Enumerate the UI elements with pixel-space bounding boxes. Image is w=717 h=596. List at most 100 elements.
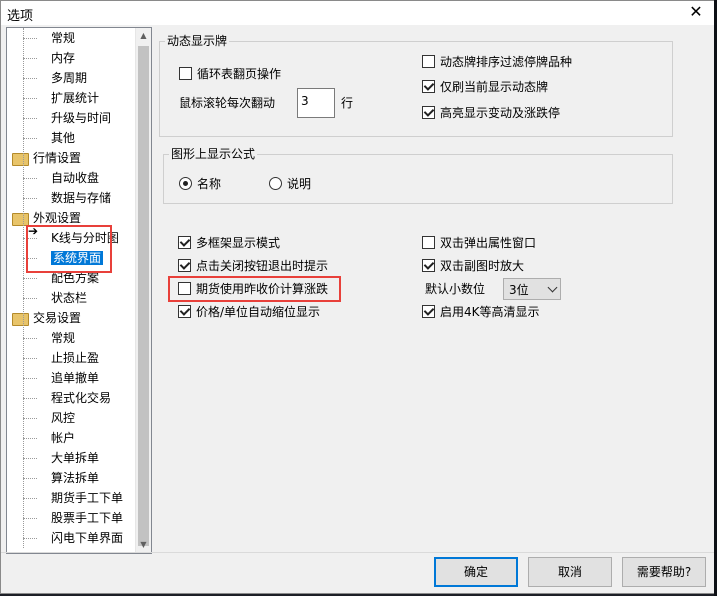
tree-guide xyxy=(23,478,37,479)
checkbox-icon[interactable] xyxy=(178,236,191,249)
tree-item[interactable]: 算法拆单 xyxy=(51,468,99,488)
checkbox-icon[interactable] xyxy=(422,259,435,272)
dbl-popup-label: 双击弹出属性窗口 xyxy=(440,236,537,250)
checkbox-icon[interactable] xyxy=(422,305,435,318)
options-dialog: 选项 ✕ 常规 内存 多周期 扩展统计 升级与时间 其他 行情设置 自动收盘 数据与存储 外观设置… xyxy=(0,0,715,594)
tree-item[interactable]: 帐户 xyxy=(51,428,75,448)
formula-desc-radio[interactable]: 说明 xyxy=(269,175,311,193)
tree-guide xyxy=(23,418,37,419)
scroll-down-icon[interactable]: ▼ xyxy=(136,537,151,553)
formula-name-radio[interactable]: 名称 xyxy=(179,175,221,193)
tree-item[interactable]: 多周期 xyxy=(51,68,87,88)
tree-guide xyxy=(23,538,37,539)
arrow-right-icon: ➔ xyxy=(28,224,39,238)
tree-item[interactable]: 升级与时间 xyxy=(51,108,111,128)
checkbox-icon[interactable] xyxy=(422,80,435,93)
tree-guide xyxy=(23,518,37,519)
tree-item[interactable]: 常规 xyxy=(51,328,75,348)
highlight-change-checkbox[interactable]: 高亮显示变动及涨跌停 xyxy=(422,104,560,122)
dbl-popup-checkbox[interactable]: 双击弹出属性窗口 xyxy=(422,234,536,252)
tree-guide xyxy=(23,198,37,199)
tree-item[interactable]: 止损止盈 xyxy=(51,348,99,368)
tree-guide xyxy=(23,498,37,499)
decimal-label: 默认小数位 xyxy=(425,282,486,296)
help-button[interactable]: 需要帮助? xyxy=(622,557,706,587)
checkbox-icon[interactable] xyxy=(178,305,191,318)
auto-scale-checkbox[interactable]: 价格/单位自动缩位显示 xyxy=(178,303,320,321)
tree-item[interactable]: 期货手工下单 xyxy=(51,488,123,508)
tree-item-label: 程式化交易 xyxy=(51,391,112,405)
tree-item[interactable]: 常规 xyxy=(51,28,75,48)
tree-guide xyxy=(23,438,37,439)
tree-item[interactable]: 股票手工下单 xyxy=(51,508,123,528)
radio-icon[interactable] xyxy=(179,177,192,190)
tree-guide xyxy=(23,358,37,359)
current-only-checkbox[interactable]: 仅刷当前显示动态牌 xyxy=(422,78,548,96)
tree-item-label: 数据与存储 xyxy=(51,191,112,205)
tree-item[interactable]: 其他 xyxy=(51,128,75,148)
tree-item-label: 算法拆单 xyxy=(51,471,100,485)
tree-item-label: 期货手工下单 xyxy=(51,491,124,505)
scroll-up-icon[interactable]: ▲ xyxy=(136,28,151,44)
wheel-unit: 行 xyxy=(341,96,354,110)
checkbox-icon[interactable] xyxy=(179,67,192,80)
tree-group[interactable]: 行情设置 xyxy=(33,148,81,168)
cancel-button[interactable]: 取消 xyxy=(528,557,612,587)
tree-item-label: 配色方案 xyxy=(51,271,100,285)
checkbox-icon[interactable] xyxy=(178,259,191,272)
tree-item[interactable]: 闪电下单界面 xyxy=(51,528,123,548)
tree-guide xyxy=(23,138,37,139)
close-prompt-label: 点击关闭按钮退出时提示 xyxy=(196,259,329,273)
tree-group[interactable]: 交易设置 xyxy=(33,308,81,328)
tree-item[interactable]: 状态栏 xyxy=(51,288,87,308)
radio-icon[interactable] xyxy=(269,177,282,190)
tree-item-label: 帐户 xyxy=(51,431,76,445)
loop-page-checkbox[interactable]: 循环表翻页操作 xyxy=(179,65,281,83)
tree-item[interactable]: 大单拆单 xyxy=(51,448,99,468)
tree-item[interactable]: 内存 xyxy=(51,48,75,68)
tree-guide xyxy=(23,118,37,119)
tree-item-label: 闪电下单界面 xyxy=(51,531,124,545)
multi-frame-checkbox[interactable]: 多框架显示模式 xyxy=(178,234,280,252)
dynamic-board-title: 动态显示牌 xyxy=(165,34,230,48)
tree-item-label: 自动收盘 xyxy=(51,171,100,185)
folder-icon xyxy=(12,313,29,326)
formula-name-label: 名称 xyxy=(197,177,222,191)
window-title: 选项 xyxy=(7,9,34,24)
tree-item-label: 多周期 xyxy=(51,71,88,85)
wheel-rows-input[interactable]: 3 xyxy=(297,88,335,118)
tree-item-label: 内存 xyxy=(51,51,76,65)
filter-suspended-checkbox[interactable]: 动态牌排序过滤停牌品种 xyxy=(422,53,572,71)
scroll-thumb[interactable] xyxy=(138,46,149,546)
settings-tree: 常规 内存 多周期 扩展统计 升级与时间 其他 行情设置 自动收盘 数据与存储 外观设置 K线与分时… xyxy=(6,27,152,554)
checkbox-icon[interactable] xyxy=(422,236,435,249)
tree-guide xyxy=(23,338,37,339)
tree-item[interactable]: 扩展统计 xyxy=(51,88,99,108)
hd-display-label: 启用4K等高清显示 xyxy=(440,305,540,319)
tree-guide xyxy=(23,398,37,399)
tree-guide xyxy=(23,458,37,459)
close-prompt-checkbox[interactable]: 点击关闭按钮退出时提示 xyxy=(178,257,328,275)
formula-group: 图形上显示公式 xyxy=(163,147,673,204)
tree-item-label: 大单拆单 xyxy=(51,451,100,465)
tree-item[interactable]: 自动收盘 xyxy=(51,168,99,188)
ok-button[interactable]: 确定 xyxy=(434,557,518,587)
tree-item-label: 交易设置 xyxy=(33,311,82,325)
loop-page-label: 循环表翻页操作 xyxy=(197,67,282,81)
hd-display-checkbox[interactable]: 启用4K等高清显示 xyxy=(422,303,540,321)
tree-item-label: 股票手工下单 xyxy=(51,511,124,525)
decimal-select[interactable]: 3位 xyxy=(503,278,561,300)
formula-desc-label: 说明 xyxy=(287,177,312,191)
wheel-label: 鼠标滚轮每次翻动 xyxy=(179,96,276,110)
decimal-value: 3位 xyxy=(509,283,529,297)
tree-item[interactable]: 数据与存储 xyxy=(51,188,111,208)
tree-scrollbar[interactable]: ▲ ▼ xyxy=(135,28,151,553)
checkbox-icon[interactable] xyxy=(422,106,435,119)
tree-item[interactable]: 追单撤单 xyxy=(51,368,99,388)
dbl-zoom-checkbox[interactable]: 双击副图时放大 xyxy=(422,257,524,275)
highlight-change-label: 高亮显示变动及涨跌停 xyxy=(440,106,561,120)
checkbox-icon[interactable] xyxy=(422,55,435,68)
close-icon[interactable]: ✕ xyxy=(686,2,706,22)
tree-item[interactable]: 程式化交易 xyxy=(51,388,111,408)
tree-item[interactable]: 风控 xyxy=(51,408,75,428)
